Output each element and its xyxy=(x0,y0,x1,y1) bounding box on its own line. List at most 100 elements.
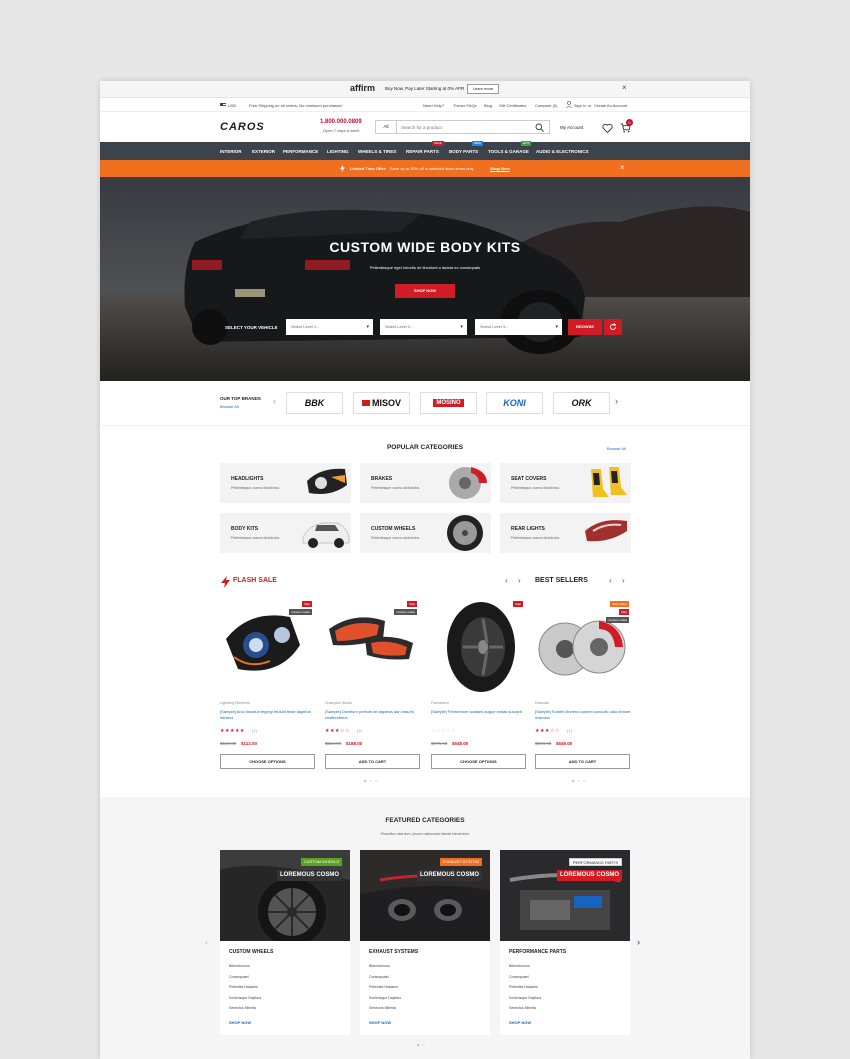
product-image-brake-rotors[interactable] xyxy=(535,599,631,694)
utility-bar: USD Free Shipping on all orders. No mini… xyxy=(100,98,750,112)
featured-link[interactable]: Bibendumrus xyxy=(369,964,390,968)
link-theme-faqs[interactable]: Theme FAQs xyxy=(453,103,477,108)
product-name-link[interactable]: [Sample] Dictntum pretium an dapibus dan… xyxy=(325,709,421,721)
popular-browse-all-link[interactable]: Browse All xyxy=(607,446,626,451)
my-account-menu[interactable]: My Account xyxy=(560,125,583,130)
category-card-body-kits[interactable]: BODY KITS Pellentesque cosmo dictolorios xyxy=(220,513,351,553)
featured-link[interactable]: Scelerisque Dapibus xyxy=(509,996,541,1000)
category-card-rear-lights[interactable]: REAR LIGHTS Pellentesque cosmo dictolori… xyxy=(500,513,631,553)
featured-link[interactable]: Scelerisque Dapibus xyxy=(369,996,401,1000)
featured-tag: EXHAUST SYSTEM xyxy=(439,858,482,866)
main-nav: INTERIOR EXTERIOR PERFORMANCE LIGHTING W… xyxy=(100,141,750,160)
product-name-link[interactable]: [Sample] Fermentum sodales augue minas s… xyxy=(431,709,527,715)
featured-overlay-title: LOREMOUS COSMO xyxy=(276,870,342,881)
product-rating-stars: ☆☆☆☆☆ xyxy=(431,728,456,734)
wishlist-heart-icon[interactable] xyxy=(600,121,614,134)
product-review-count: (2) xyxy=(252,729,258,733)
nav-repair-parts[interactable]: REPAIR PARTS xyxy=(406,149,439,154)
nav-lighting[interactable]: LIGHTING xyxy=(327,149,349,154)
vehicle-select-level-3[interactable]: Select Level 3... ▾ xyxy=(475,319,562,335)
nav-performance[interactable]: PERFORMANCE xyxy=(283,149,318,154)
nav-body-parts[interactable]: BODY PARTS xyxy=(449,149,478,154)
site-logo[interactable]: CAROS xyxy=(220,121,265,133)
create-account-link[interactable]: Create An Account xyxy=(594,103,627,108)
featured-link[interactable]: Bibendumrus xyxy=(229,964,250,968)
link-gift-certificates[interactable]: Gift Certificates xyxy=(499,103,526,108)
nav-tools-garage[interactable]: TOOLS & GARAGE xyxy=(488,149,529,154)
featured-link[interactable]: Bibendumrus xyxy=(509,964,530,968)
chevron-right-icon[interactable]: › xyxy=(615,396,618,406)
learn-more-button[interactable]: Learn more xyxy=(467,84,499,94)
featured-link[interactable]: Consequatel xyxy=(229,975,249,979)
featured-link[interactable]: Pellentes Haslamu xyxy=(509,985,538,989)
product-image-tire[interactable] xyxy=(431,599,527,694)
nav-exterior[interactable]: EXTERIOR xyxy=(252,149,275,154)
brand-logo-koni[interactable]: KONI xyxy=(486,392,543,414)
brand-logo-ork[interactable]: ORK xyxy=(553,392,610,414)
featured-link[interactable]: Consequatel xyxy=(369,975,389,979)
brands-browse-all-link[interactable]: Browse All xyxy=(220,404,239,409)
vehicle-select-level-2[interactable]: Select Level 2... ▾ xyxy=(380,319,467,335)
search-icon[interactable] xyxy=(529,121,549,133)
bestsellers-chevron-right-icon[interactable]: › xyxy=(622,576,625,585)
hero-title: CUSTOM WIDE BODY KITS xyxy=(329,239,521,255)
choose-options-button[interactable]: CHOOSE OPTIONS xyxy=(220,754,315,769)
featured-link[interactable]: Pellentes Haslamu xyxy=(229,985,258,989)
choose-options-button[interactable]: CHOOSE OPTIONS xyxy=(431,754,526,769)
search-category-select[interactable]: All xyxy=(376,121,397,133)
featured-link[interactable]: Pellentes Haslamu xyxy=(369,985,398,989)
add-to-cart-button[interactable]: ADD TO CART xyxy=(535,754,630,769)
nav-audio-electronics[interactable]: AUDIO & ELECTRONICS xyxy=(536,149,589,154)
category-card-headlights[interactable]: HEADLIGHTS Pellentesque cosmo dictolorio… xyxy=(220,463,351,503)
product-brand: Endurant xyxy=(535,701,550,705)
search-input[interactable] xyxy=(401,123,521,131)
browse-button[interactable]: BROWSE xyxy=(568,319,602,335)
featured-link[interactable]: Senectus Milenta xyxy=(369,1006,396,1010)
featured-link[interactable]: Consequatel xyxy=(509,975,529,979)
sign-in-link[interactable]: Sign In xyxy=(574,103,586,108)
featured-shop-now-link[interactable]: SHOP NOW xyxy=(229,1020,251,1025)
featured-chevron-left-icon[interactable]: ‹ xyxy=(205,937,208,947)
category-card-brakes[interactable]: BRAKES Pellentesque cosmo dictolorios xyxy=(360,463,491,503)
add-to-cart-button[interactable]: ADD TO CART xyxy=(325,754,420,769)
product-name-link[interactable]: [Sample] Arcu tincidun tegeny teuslat te… xyxy=(220,709,316,721)
product-name-link[interactable]: [Sample] Susieri dinnera contem consultc… xyxy=(535,709,631,721)
brand-logo-bbk[interactable]: BBK xyxy=(286,392,343,414)
featured-link[interactable]: Senectus Milenta xyxy=(229,1006,256,1010)
promo-close-icon[interactable]: × xyxy=(622,83,627,92)
phone-number[interactable]: 1.800.000.0809 xyxy=(320,119,362,125)
offer-shop-link[interactable]: Shop Now xyxy=(490,166,510,171)
flash-carousel-dots[interactable]: ●○○ xyxy=(364,778,380,783)
link-need-help[interactable]: Need Help? xyxy=(423,103,444,108)
vehicle-select-level-1[interactable]: Select Level 1... ▾ xyxy=(286,319,373,335)
nav-interior[interactable]: INTERIOR xyxy=(220,149,242,154)
category-card-custom-wheels[interactable]: CUSTOM WHEELS Pellentesque cosmo dictolo… xyxy=(360,513,491,553)
featured-link[interactable]: Senectus Milenta xyxy=(509,1006,536,1010)
category-card-seat-covers[interactable]: SEAT COVERS Pellentesque cosmo dictolori… xyxy=(500,463,631,503)
featured-shop-now-link[interactable]: SHOP NOW xyxy=(509,1020,531,1025)
flash-chevron-left-icon[interactable]: ‹ xyxy=(505,576,508,585)
featured-link[interactable]: Scelerisque Dapibus xyxy=(229,996,261,1000)
chevron-left-icon[interactable]: ‹ xyxy=(273,396,276,406)
featured-subtitle: Phasellus interdum, ipsum malesuada blan… xyxy=(380,832,470,836)
nav-wheels-tires[interactable]: WHEELS & TIRES xyxy=(358,149,396,154)
product-old-price: $128.00 xyxy=(220,741,237,746)
refresh-icon[interactable] xyxy=(604,319,622,335)
bestsellers-carousel-dots[interactable]: ●○○ xyxy=(572,778,588,783)
offer-close-icon[interactable]: × xyxy=(620,163,625,172)
flash-chevron-right-icon[interactable]: › xyxy=(518,576,521,585)
custom-label-tag: Custom Label xyxy=(606,617,629,623)
featured-shop-now-link[interactable]: SHOP NOW xyxy=(369,1020,391,1025)
hero-shop-now-button[interactable]: SHOP NOW xyxy=(395,284,455,298)
bestsellers-chevron-left-icon[interactable]: ‹ xyxy=(609,576,612,585)
link-compare[interactable]: Compare (0) xyxy=(535,103,557,108)
offer-label: Limited Time Offer: xyxy=(350,166,387,171)
featured-chevron-right-icon[interactable]: › xyxy=(637,937,640,947)
currency-select[interactable]: USD xyxy=(228,103,236,108)
brand-logo-misov[interactable]: MISOV xyxy=(353,392,410,414)
link-blog[interactable]: Blog xyxy=(484,103,492,108)
bolt-icon xyxy=(340,165,345,173)
featured-carousel-dots[interactable]: ●○ xyxy=(417,1042,428,1047)
brand-logo-mosino[interactable]: MOSINO xyxy=(420,392,477,414)
flag-icon xyxy=(220,103,226,108)
